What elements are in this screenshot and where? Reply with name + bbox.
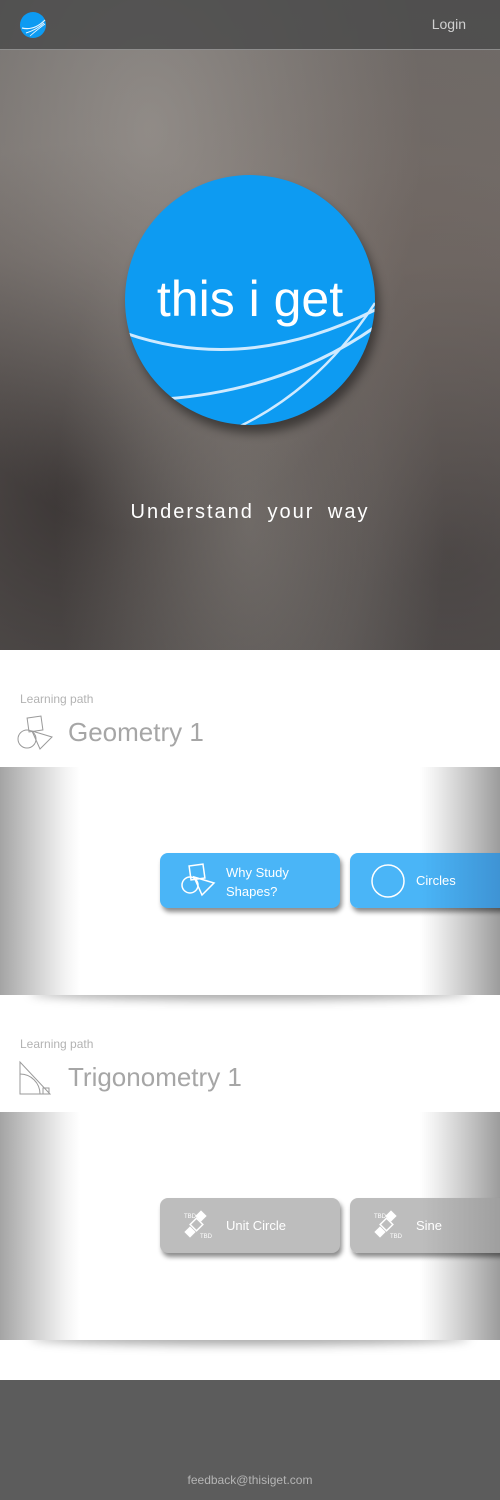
- svg-text:TBD: TBD: [390, 1234, 403, 1240]
- svg-text:TBD: TBD: [200, 1234, 213, 1240]
- feedback-email-link[interactable]: feedback@thisiget.com: [0, 1473, 500, 1487]
- hero-banner: Login this i get Understand your way: [0, 0, 500, 650]
- lesson-label: Circles: [416, 873, 456, 888]
- svg-text:TBD: TBD: [184, 1214, 197, 1220]
- circle-icon: [371, 864, 405, 898]
- shapes-icon: [17, 715, 53, 750]
- tbd-icon: TBD TBD: [374, 1210, 403, 1240]
- lesson-card[interactable]: TBD TBD Sine: [350, 1198, 500, 1253]
- lesson-label: Sine: [416, 1218, 443, 1233]
- svg-text:TBD: TBD: [374, 1214, 387, 1220]
- brand-name: this i get: [156, 271, 344, 327]
- brand-logo-circle: this i get: [125, 175, 375, 425]
- path-title[interactable]: Trigonometry 1: [68, 1062, 242, 1093]
- globe-swoosh-icon[interactable]: [20, 12, 46, 38]
- path-label: Learning path: [20, 1037, 94, 1051]
- lesson-card[interactable]: Circles: [350, 853, 500, 908]
- tbd-icon: TBD TBD: [184, 1210, 213, 1240]
- right-triangle-icon: [19, 1060, 52, 1095]
- lesson-label: Why Study Shapes?: [226, 865, 289, 899]
- lesson-card[interactable]: TBD TBD Unit Circle: [160, 1198, 340, 1253]
- footer: feedback@thisiget.com: [0, 1380, 500, 1500]
- path-label: Learning path: [20, 692, 94, 706]
- login-link[interactable]: Login: [432, 16, 466, 32]
- path-title[interactable]: Geometry 1: [68, 717, 204, 748]
- top-bar: Login: [0, 0, 500, 50]
- lesson-card[interactable]: Why Study Shapes?: [160, 853, 340, 908]
- lesson-label: Unit Circle: [226, 1218, 286, 1233]
- lesson-strip[interactable]: TBD TBD Unit Circle TBD TBD Sine: [0, 1112, 500, 1340]
- hero-tagline: Understand your way: [130, 501, 370, 523]
- lesson-strip[interactable]: Why Study Shapes? Circles: [0, 767, 500, 995]
- shapes-icon: [181, 863, 216, 897]
